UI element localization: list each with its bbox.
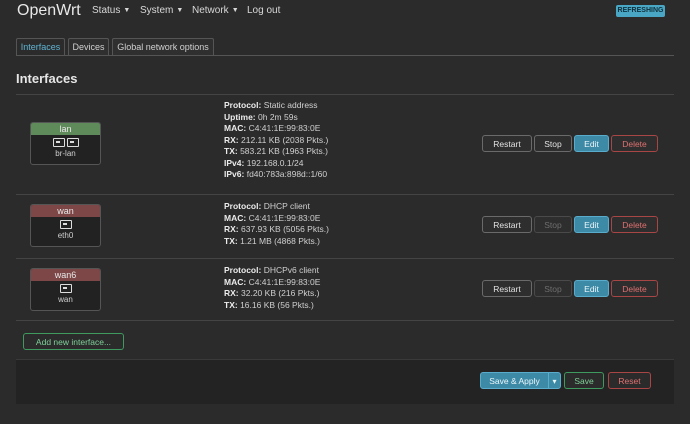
refreshing-badge[interactable]: REFRESHING (616, 5, 665, 17)
device-icons: br-lan (31, 135, 100, 158)
menu-network[interactable]: Network ▼ (192, 5, 239, 16)
menu-system[interactable]: System ▼ (140, 5, 183, 16)
restart-button[interactable]: Restart (482, 216, 532, 233)
row-divider (16, 258, 674, 259)
ethernet-port-icon (59, 220, 72, 229)
ethernet-port-icon (59, 284, 72, 293)
add-new-interface-button[interactable]: Add new interface... (23, 333, 124, 350)
info-line: TX: 1.21 MB (4868 Pkts.) (224, 235, 320, 246)
top-navbar: OpenWrt Status ▼ System ▼ Network ▼ Log out… (0, 0, 690, 24)
interface-info-wan6: Protocol: DHCPv6 client MAC: C4:41:1E:99… (224, 265, 320, 311)
edit-button[interactable]: Edit (574, 216, 609, 233)
info-line: MAC: C4:41:1E:99:83:0E (224, 123, 321, 133)
info-line: IPv4: 192.168.0.1/24 (224, 157, 304, 168)
ethernet-port-icon (52, 138, 65, 147)
edit-button[interactable]: Edit (574, 280, 609, 297)
info-line: TX: 583.21 KB (1963 Pkts.) (224, 146, 328, 156)
row-divider (16, 194, 674, 195)
interface-badge-wan6: wan6 wan (30, 268, 101, 311)
interface-badge-wan: wan eth0 (30, 204, 101, 247)
save-apply-dropdown-icon[interactable]: ▾ (548, 372, 561, 389)
tab-divider (16, 55, 674, 56)
row-divider (16, 94, 674, 95)
edit-button[interactable]: Edit (574, 135, 609, 152)
info-line: RX: 32.20 KB (216 Pkts.) (224, 288, 320, 298)
device-name: eth0 (57, 231, 74, 240)
info-line: RX: 212.11 KB (2038 Pkts.) (224, 134, 329, 145)
device-icons: eth0 (31, 217, 100, 240)
device-name: wan (58, 295, 73, 304)
info-line: Protocol: Static address (224, 100, 318, 110)
delete-button[interactable]: Delete (611, 280, 658, 297)
interface-info-wan: Protocol: DHCP client MAC: C4:41:1E:99:8… (224, 201, 329, 247)
delete-button[interactable]: Delete (611, 135, 658, 152)
interface-name: lan (31, 123, 100, 135)
menu-status[interactable]: Status ▼ (92, 5, 130, 16)
interface-info-lan: Protocol: Static address Uptime: 0h 2m 5… (224, 100, 328, 181)
stop-button[interactable]: Stop (534, 280, 572, 297)
stop-button[interactable]: Stop (534, 216, 572, 233)
device-name: br-lan (55, 149, 76, 158)
brand-logo[interactable]: OpenWrt (17, 2, 81, 20)
restart-button[interactable]: Restart (482, 135, 532, 152)
info-line: TX: 16.16 KB (56 Pkts.) (224, 299, 314, 310)
info-line: Uptime: 0h 2m 59s (224, 111, 298, 122)
info-line: MAC: C4:41:1E:99:83:0E (224, 276, 321, 287)
page-title: Interfaces (16, 71, 78, 86)
stop-button[interactable]: Stop (534, 135, 572, 152)
caret-down-icon: ▼ (176, 7, 184, 14)
row-divider (16, 320, 674, 321)
info-line: Protocol: DHCP client (224, 201, 310, 211)
reset-button[interactable]: Reset (608, 372, 651, 389)
tab-interfaces[interactable]: Interfaces (16, 38, 65, 56)
save-button[interactable]: Save (564, 372, 604, 389)
info-line: RX: 637.93 KB (5056 Pkts.) (224, 224, 329, 234)
interface-name: wan6 (31, 269, 100, 281)
bridge-port-icon (66, 138, 79, 147)
caret-down-icon: ▼ (231, 7, 239, 14)
info-line: Protocol: DHCPv6 client (224, 265, 319, 275)
info-line: MAC: C4:41:1E:99:83:0E (224, 212, 321, 223)
tab-devices[interactable]: Devices (68, 38, 109, 56)
info-line: IPv6: fd40:783a:898d::1/60 (224, 169, 328, 179)
menu-logout[interactable]: Log out (247, 5, 280, 16)
restart-button[interactable]: Restart (482, 280, 532, 297)
interface-name: wan (31, 205, 100, 217)
delete-button[interactable]: Delete (611, 216, 658, 233)
caret-down-icon: ▼ (123, 7, 131, 14)
footer-actions: Save & Apply ▾ Save Reset (16, 359, 674, 404)
save-apply-button[interactable]: Save & Apply (480, 372, 549, 389)
interface-badge-lan: lan br-lan (30, 122, 101, 165)
device-icons: wan (31, 281, 100, 304)
tab-global-network-options[interactable]: Global network options (112, 38, 214, 56)
